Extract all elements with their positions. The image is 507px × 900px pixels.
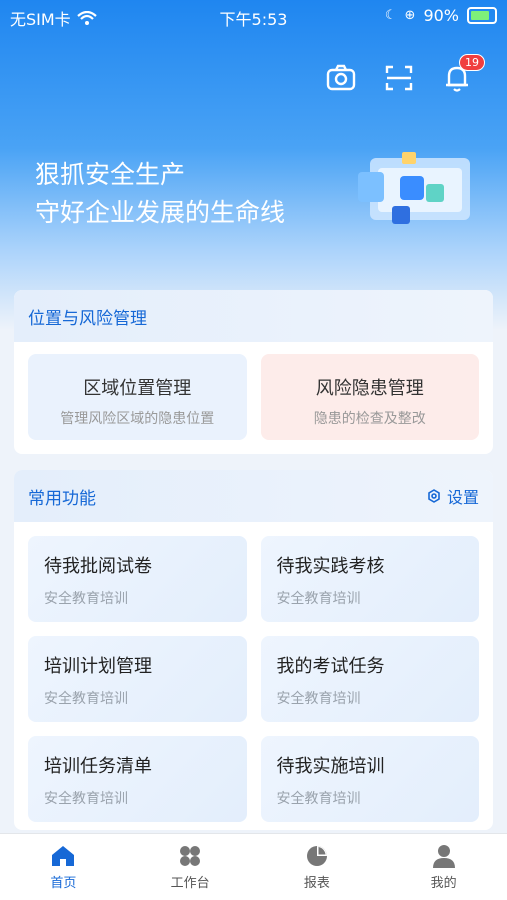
tab-label: 报表 [303,876,330,891]
tile-title: 培训计划管理 [44,656,152,677]
tab-label: 我的 [430,876,457,891]
camera-button[interactable] [325,62,357,94]
tile-title: 待我实施培训 [276,756,385,777]
tab-label: 工作台 [170,876,210,891]
notification-button[interactable]: 19 [441,54,485,94]
tile-subtitle: 安全教育培训 [276,691,361,707]
risk-hazard-tile[interactable]: 风险隐患管理 隐患的检查及整改 [260,354,479,440]
function-tile-practical-assessment[interactable]: 待我实践考核 安全教育培训 [260,536,479,622]
scan-button[interactable] [383,62,415,94]
slogan-line1: 狠抓安全生产 [35,160,186,189]
rotation-lock-icon: ⊕ [404,8,416,23]
settings-button[interactable]: 设置 [427,484,479,508]
battery-icon [467,7,497,24]
tile-title: 待我批阅试卷 [44,556,152,577]
notification-badge: 19 [459,54,485,71]
common-section-title: 常用功能 [28,488,96,509]
area-location-tile[interactable]: 区域位置管理 管理风险区域的隐患位置 [28,354,247,440]
tile-subtitle: 安全教育培训 [276,591,361,607]
pie-chart-icon [306,846,327,866]
function-tile-training-plan[interactable]: 培训计划管理 安全教育培训 [28,636,247,722]
tile-subtitle: 安全教育培训 [276,791,361,807]
risk-management-card: 位置与风险管理 区域位置管理 管理风险区域的隐患位置 风险隐患管理 隐患的检查及… [14,290,493,454]
tab-reports[interactable]: 报表 [254,834,381,900]
tab-mine[interactable]: 我的 [380,834,507,900]
moon-icon: ☾ [384,8,397,23]
home-icon [52,846,75,866]
safety-illustration [358,152,470,224]
tile-subtitle: 安全教育培训 [44,691,128,707]
tab-home[interactable]: 首页 [0,834,127,900]
tile-subtitle: 安全教育培训 [44,791,128,807]
common-functions-card: 常用功能 设置 待我批阅试卷 安全教育培训 待我实践考核 安全教育培训 培训计划… [14,470,493,830]
risk-section-header: 位置与风险管理 [14,290,493,342]
tile-title: 我的考试任务 [276,656,385,677]
tile-subtitle: 管理风险区域的隐患位置 [60,411,215,427]
apps-icon [180,846,201,866]
tab-workbench[interactable]: 工作台 [127,834,254,900]
tile-subtitle: 隐患的检查及整改 [313,411,426,427]
tile-title: 待我实践考核 [276,556,385,577]
risk-section-title: 位置与风险管理 [28,308,147,329]
camera-icon [326,64,356,91]
tab-bar: 首页 工作台 报表 我的 [0,833,507,900]
user-icon [432,845,455,868]
slogan: 狠抓安全生产 守好企业发展的生命线 [35,156,285,232]
function-tile-training-tasks[interactable]: 培训任务清单 安全教育培训 [28,736,247,822]
tile-title: 区域位置管理 [83,378,192,399]
tile-title: 培训任务清单 [44,756,152,777]
battery-percent: 90% [423,6,459,25]
settings-label: 设置 [446,488,479,507]
tile-subtitle: 安全教育培训 [44,591,128,607]
function-tile-my-exams[interactable]: 我的考试任务 安全教育培训 [260,636,479,722]
scan-icon [385,65,413,91]
status-bar: 无SIM卡 下午5:53 ☾ ⊕ 90% [0,0,507,32]
tab-label: 首页 [50,876,77,891]
common-section-header: 常用功能 设置 [14,470,493,522]
gear-icon [428,489,440,503]
function-tile-conduct-training[interactable]: 待我实施培训 安全教育培训 [260,736,479,822]
tile-title: 风险隐患管理 [315,378,424,399]
function-tile-review-papers[interactable]: 待我批阅试卷 安全教育培训 [28,536,247,622]
slogan-line2: 守好企业发展的生命线 [35,198,286,227]
